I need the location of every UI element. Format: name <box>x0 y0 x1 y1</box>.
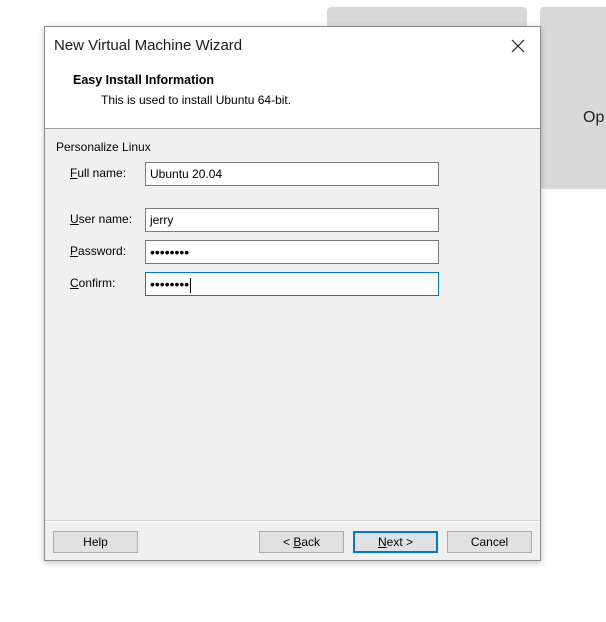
next-button[interactable]: Next > <box>353 531 438 553</box>
dialog-titlebar: New Virtual Machine Wizard <box>45 27 540 65</box>
back-button-label: ack <box>301 535 321 549</box>
full-name-input[interactable]: Ubuntu 20.04 <box>145 162 439 186</box>
full-name-value: Ubuntu 20.04 <box>150 167 223 181</box>
back-button[interactable]: < Back <box>259 531 344 553</box>
confirm-password-input[interactable]: •••••••• <box>145 272 439 296</box>
new-vm-wizard-dialog: New Virtual Machine Wizard Easy Install … <box>44 26 541 561</box>
cancel-button[interactable]: Cancel <box>447 531 532 553</box>
password-value: •••••••• <box>150 244 190 260</box>
password-mnemonic: P <box>70 244 79 258</box>
password-input[interactable]: •••••••• <box>145 240 439 264</box>
wizard-header: Easy Install Information This is used to… <box>45 65 540 129</box>
password-label-text: assword: <box>78 244 127 258</box>
confirm-label-text: onfirm: <box>78 276 116 290</box>
help-button-label: Help <box>83 535 108 549</box>
user-name-value: jerry <box>150 213 174 227</box>
close-button[interactable] <box>496 27 540 65</box>
text-caret <box>190 278 192 294</box>
help-button[interactable]: Help <box>53 531 138 553</box>
next-button-label: ext > <box>386 535 414 549</box>
confirm-value: •••••••• <box>150 276 190 292</box>
user-name-label: User name: <box>70 212 132 226</box>
confirm-label: Confirm: <box>70 276 115 290</box>
background-partial-text: Op <box>583 109 605 126</box>
full-name-label-text: ull name: <box>77 166 127 180</box>
background-window-tile <box>540 7 606 189</box>
password-label: Password: <box>70 244 126 258</box>
user-name-mnemonic: U <box>70 212 79 226</box>
personalize-linux-group-label: Personalize Linux <box>56 140 151 154</box>
close-icon <box>511 39 525 53</box>
back-button-mnemonic: B <box>293 535 302 549</box>
footer-separator-highlight <box>45 521 540 522</box>
user-name-label-text: ser name: <box>78 212 133 226</box>
full-name-label: Full name: <box>70 166 126 180</box>
back-button-prefix: < <box>282 535 294 549</box>
dialog-title: New Virtual Machine Wizard <box>54 37 243 54</box>
next-button-mnemonic: N <box>377 535 387 549</box>
wizard-step-title: Easy Install Information <box>73 73 215 87</box>
cancel-button-label: Cancel <box>470 535 509 549</box>
wizard-step-subtitle: This is used to install Ubuntu 64-bit. <box>101 93 292 107</box>
user-name-input[interactable]: jerry <box>145 208 439 232</box>
confirm-mnemonic: C <box>70 276 79 290</box>
